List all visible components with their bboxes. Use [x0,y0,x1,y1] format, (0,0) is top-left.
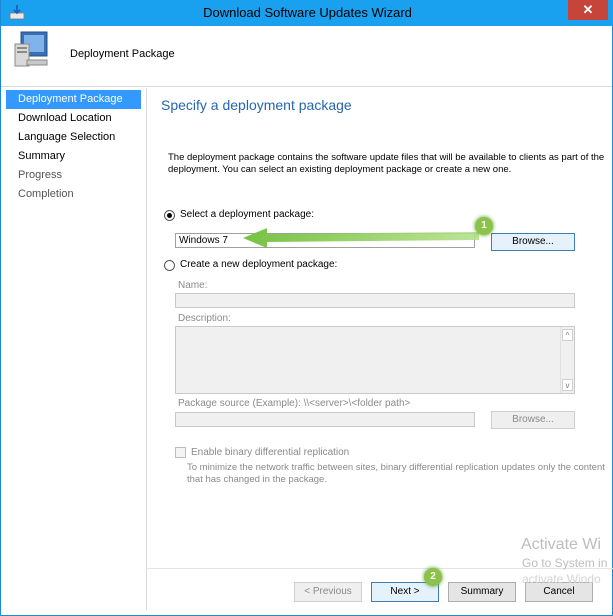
binary-replication-note-2: that has changed in the package. [187,474,327,485]
select-package-radio[interactable] [164,210,175,221]
name-field[interactable] [175,293,575,308]
title-bar: Download Software Updates Wizard ✕ [1,0,613,26]
description-field[interactable]: ^ v [175,326,575,394]
browse-package-button[interactable]: Browse... [491,233,575,251]
package-source-label: Package source (Example): \\<server>\<fo… [178,398,411,409]
previous-button[interactable]: < Previous [294,582,362,602]
page-description: The deployment package contains the soft… [168,152,605,175]
close-button[interactable]: ✕ [568,0,608,20]
binary-replication-checkbox[interactable] [175,447,186,458]
arrow-annotation [243,228,479,248]
create-package-label: Create a new deployment package: [180,259,338,270]
step-summary[interactable]: Summary [6,147,141,166]
window-title: Download Software Updates Wizard [203,5,412,20]
main-panel: Specify a deployment package The deploym… [146,88,613,610]
binary-replication-note-1: To minimize the network traffic between … [187,462,605,473]
name-label: Name: [178,280,208,291]
header-title: Deployment Package [70,48,175,60]
page-title: Specify a deployment package [161,97,352,113]
summary-button[interactable]: Summary [448,582,516,602]
step-language-selection[interactable]: Language Selection [6,128,141,147]
create-package-radio[interactable] [164,260,175,271]
step-completion: Completion [18,188,74,200]
binary-replication-label: Enable binary differential replication [191,447,350,458]
wizard-steps: Deployment Package Download Location Lan… [6,90,141,204]
step-download-location[interactable]: Download Location [6,109,141,128]
scroll-down-icon[interactable]: v [562,379,573,391]
description-label: Description: [178,313,231,324]
description-scrollbar[interactable]: ^ v [560,327,574,393]
scroll-up-icon[interactable]: ^ [562,329,573,341]
callout-2: 2 [424,568,442,586]
callout-1: 1 [475,217,493,235]
step-deployment-package[interactable]: Deployment Package [6,90,141,109]
select-package-label: Select a deployment package: [180,209,314,220]
activation-watermark-line3: activate Windo [522,572,601,586]
step-progress: Progress [18,169,63,181]
package-source-field[interactable] [175,412,475,427]
browse-source-button[interactable]: Browse... [491,411,575,429]
wizard-header: Deployment Package [1,26,612,87]
activation-watermark-line1: Activate Wi [521,536,602,553]
activation-watermark-line2: Go to System in [522,556,608,570]
wizard-window: Download Software Updates Wizard ✕ Deplo… [0,0,613,616]
computer-icon [14,31,48,67]
